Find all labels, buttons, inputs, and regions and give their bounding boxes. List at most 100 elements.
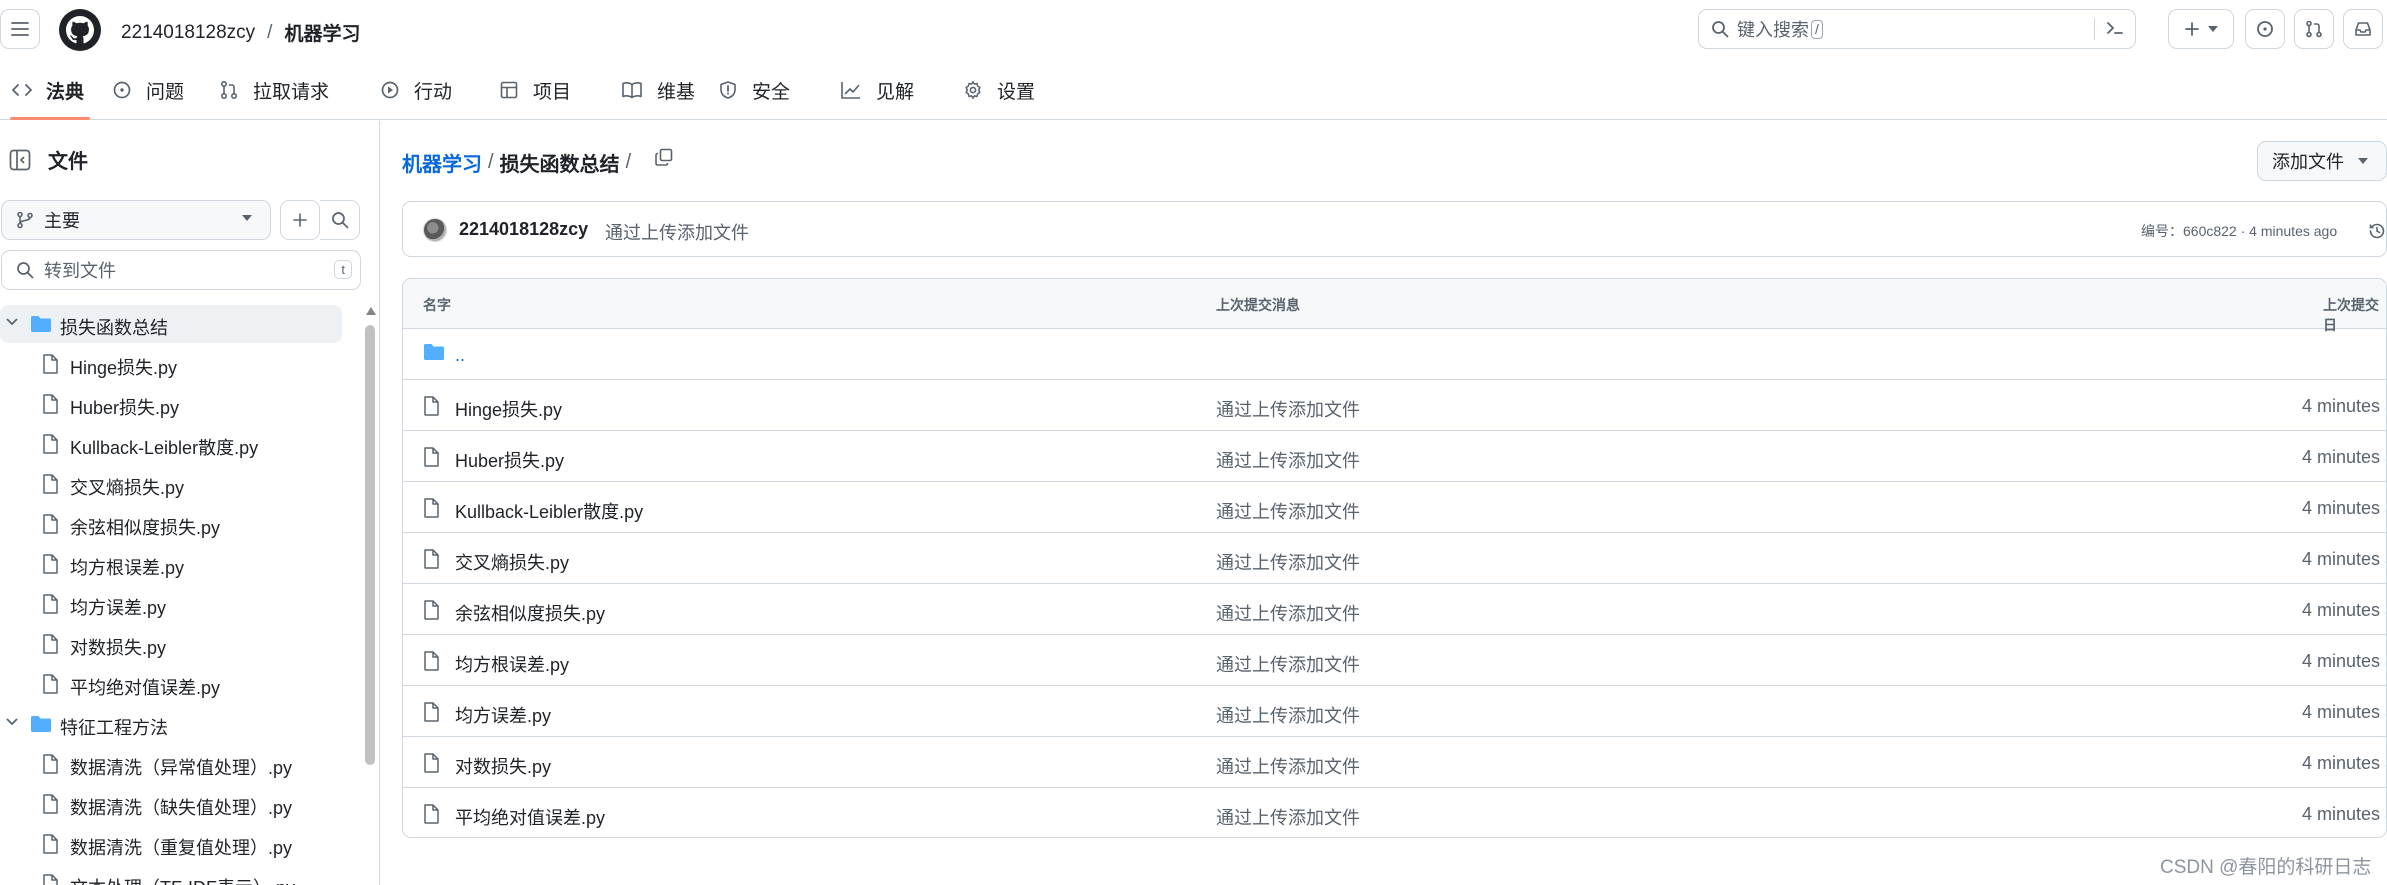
sidebar-scrollbar[interactable] (364, 307, 376, 885)
tab-wiki[interactable]: 维基 (621, 60, 695, 120)
tree-folder[interactable]: 损失函数总结 (0, 305, 342, 343)
branch-selector[interactable]: 主要 (1, 200, 271, 240)
file-name-link[interactable]: 交叉熵损失.py (455, 549, 569, 575)
table-row[interactable]: 均方根误差.py 通过上传添加文件 4 minutes a (403, 635, 2386, 686)
parent-directory-link[interactable]: .. (455, 345, 465, 366)
tree-file[interactable]: 交叉熵损失.py (0, 465, 342, 503)
file-name-link[interactable]: 余弦相似度损失.py (455, 600, 605, 626)
tree-file[interactable]: 余弦相似度损失.py (0, 505, 342, 543)
tree-file[interactable]: 数据清洗（缺失值处理）.py (0, 785, 342, 823)
tab-pull-requests[interactable]: 拉取请求 (219, 60, 329, 120)
command-palette-button[interactable] (2105, 18, 2125, 43)
issues-button[interactable] (2245, 9, 2285, 49)
commit-time: 4 minutes a (2302, 600, 2387, 620)
commit-message-link[interactable]: 通过上传添加文件 (1216, 651, 1360, 677)
scroll-up-arrow[interactable] (366, 307, 376, 315)
tree-file[interactable]: 文本处理（TF-IDF表示）.py (0, 865, 342, 885)
tree-file[interactable]: 均方根误差.py (0, 545, 342, 583)
file-icon (424, 651, 439, 671)
table-row[interactable]: 对数损失.py 通过上传添加文件 4 minutes a (403, 737, 2386, 788)
commit-message-link[interactable]: 通过上传添加文件 (1216, 396, 1360, 422)
file-name-link[interactable]: 均方误差.py (455, 702, 551, 728)
history-link[interactable]: 历 (2368, 219, 2387, 243)
tab-projects[interactable]: 项目 (499, 60, 571, 120)
commit-message-link[interactable]: 通过上传添加文件 (1216, 549, 1360, 575)
file-tree-sidebar: 文件 主要 转到文件 t 损失函数总结 Hinge损失.py Huber损失.p… (0, 121, 380, 885)
commit-meta[interactable]: 编号：660c822 · 4 minutes ago (2141, 221, 2337, 241)
github-logo[interactable] (59, 9, 101, 51)
file-name-link[interactable]: 对数损失.py (455, 753, 551, 779)
file-icon (424, 447, 439, 467)
table-row[interactable]: Huber损失.py 通过上传添加文件 4 minutes a (403, 431, 2386, 482)
table-row[interactable]: Kullback-Leibler散度.py 通过上传添加文件 4 minutes… (403, 482, 2386, 533)
repo-breadcrumb: 2214018128zcy / 机器学习 (121, 19, 360, 46)
inbox-icon (2355, 22, 2371, 36)
add-file-dropdown[interactable]: 添加文件 (2257, 141, 2387, 181)
table-row[interactable]: 均方误差.py 通过上传添加文件 4 minutes a (403, 686, 2386, 737)
table-row[interactable]: 平均绝对值误差.py 通过上传添加文件 4 minutes a (403, 788, 2386, 837)
go-to-file-input[interactable]: 转到文件 t (1, 250, 361, 290)
file-icon (424, 753, 439, 773)
tab-actions[interactable]: 行动 (380, 60, 452, 120)
tree-file[interactable]: Huber损失.py (0, 385, 342, 423)
commit-message-link[interactable]: 通过上传添加文件 (1216, 804, 1360, 830)
menu-button[interactable] (0, 9, 40, 49)
tree-file[interactable]: 数据清洗（重复值处理）.py (0, 825, 342, 863)
tree-file[interactable]: Kullback-Leibler散度.py (0, 425, 342, 463)
inbox-button[interactable] (2343, 9, 2383, 49)
tree-file[interactable]: 均方误差.py (0, 585, 342, 623)
commit-message-link[interactable]: 通过上传添加文件 (1216, 702, 1360, 728)
table-row[interactable]: 余弦相似度损失.py 通过上传添加文件 4 minutes a (403, 584, 2386, 635)
tree-file[interactable]: Hinge损失.py (0, 345, 342, 383)
file-name-link[interactable]: Kullback-Leibler散度.py (455, 498, 643, 524)
parent-directory-row[interactable]: .. (403, 329, 2386, 380)
table-row[interactable]: 交叉熵损失.py 通过上传添加文件 4 minutes a (403, 533, 2386, 584)
tab-security[interactable]: 安全 (718, 60, 790, 120)
file-icon (43, 674, 58, 694)
tree-file-label: 交叉熵损失.py (70, 478, 185, 498)
commit-message-link[interactable]: 通过上传添加文件 (1216, 753, 1360, 779)
tab-insights[interactable]: 见解 (840, 60, 914, 120)
search-icon (17, 262, 34, 279)
path-root-link[interactable]: 机器学习 (402, 148, 482, 177)
search-icon (331, 212, 348, 229)
tab-settings[interactable]: 设置 (963, 60, 1035, 120)
table-row[interactable]: Hinge损失.py 通过上传添加文件 4 minutes a (403, 380, 2386, 431)
tree-file-label: 余弦相似度损失.py (70, 518, 221, 538)
commit-message[interactable]: 通过上传添加文件 (605, 219, 749, 245)
caret-down-icon (242, 215, 252, 221)
owner-link[interactable]: 2214018128zcy (121, 22, 255, 44)
commit-message-link[interactable]: 通过上传添加文件 (1216, 498, 1360, 524)
plus-icon (293, 213, 307, 227)
tree-file-label: Hinge损失.py (70, 358, 178, 378)
file-icon (43, 354, 58, 374)
folder-icon (424, 344, 444, 360)
scroll-thumb[interactable] (365, 325, 375, 765)
file-name-link[interactable]: 平均绝对值误差.py (455, 804, 605, 830)
add-file-button[interactable] (280, 200, 320, 240)
tab-issues[interactable]: 问题 (112, 60, 184, 120)
file-name-link[interactable]: Hinge损失.py (455, 396, 562, 422)
tab-code[interactable]: 法典 (9, 60, 91, 120)
tree-folder[interactable]: 特征工程方法 (0, 705, 342, 743)
tree-file[interactable]: 平均绝对值误差.py (0, 665, 342, 703)
file-name-link[interactable]: 均方根误差.py (455, 651, 569, 677)
sidebar-collapse-icon[interactable] (8, 148, 32, 172)
copy-path-button[interactable] (654, 147, 674, 172)
commit-message-link[interactable]: 通过上传添加文件 (1216, 447, 1360, 473)
tree-file[interactable]: 对数损失.py (0, 625, 342, 663)
tab-security-label: 安全 (752, 81, 791, 103)
pull-requests-button[interactable] (2294, 9, 2334, 49)
commit-author[interactable]: 2214018128zcy (459, 219, 588, 240)
search-files-button[interactable] (320, 200, 360, 240)
file-icon (424, 804, 439, 824)
search-input[interactable]: 键入搜索 / (1698, 9, 2136, 49)
octocat-icon (66, 16, 94, 44)
tree-file[interactable]: 数据清洗（异常值处理）.py (0, 745, 342, 783)
repo-link[interactable]: 机器学习 (284, 19, 360, 46)
avatar[interactable] (423, 218, 447, 242)
file-icon (43, 554, 58, 574)
commit-message-link[interactable]: 通过上传添加文件 (1216, 600, 1360, 626)
file-name-link[interactable]: Huber损失.py (455, 447, 564, 473)
create-new-button[interactable] (2168, 9, 2234, 49)
